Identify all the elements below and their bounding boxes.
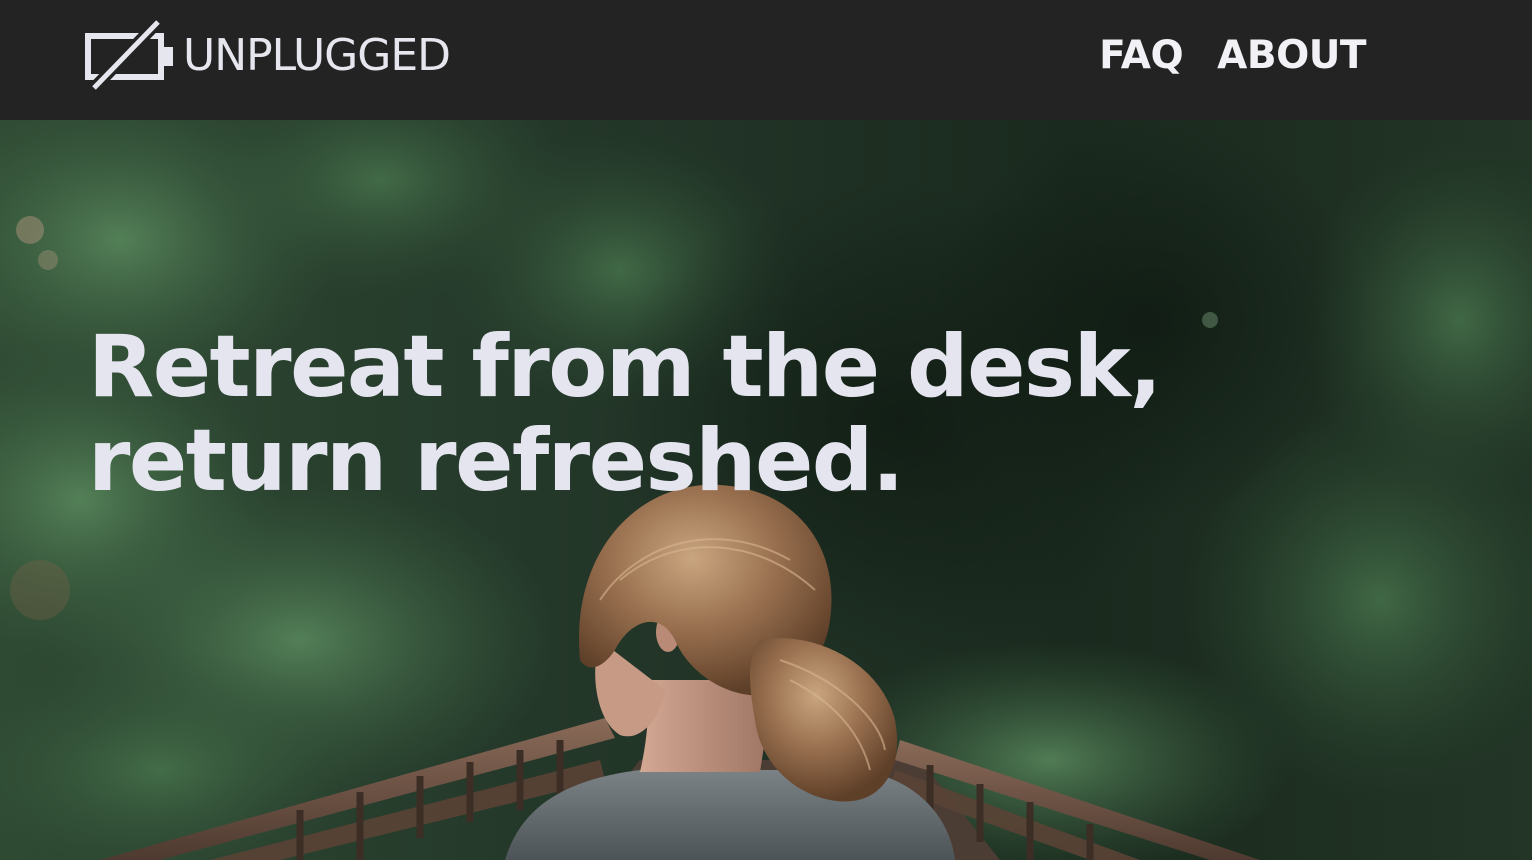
unplugged-battery-icon bbox=[85, 20, 173, 90]
hero-headline-line2: return refreshed. bbox=[88, 411, 905, 511]
top-navbar: UNPLUGGED FAQ ABOUT bbox=[0, 0, 1532, 120]
main-nav: FAQ ABOUT bbox=[1099, 30, 1366, 82]
hero-headline: Retreat from the desk, return refreshed. bbox=[88, 317, 1162, 511]
brand-name: UNPLUGGED bbox=[183, 29, 451, 81]
nav-link-about[interactable]: ABOUT bbox=[1217, 30, 1366, 82]
brand-logo-link[interactable]: UNPLUGGED bbox=[85, 20, 451, 90]
hero-headline-line1: Retreat from the desk, bbox=[88, 317, 1162, 417]
nav-link-faq[interactable]: FAQ bbox=[1099, 30, 1184, 82]
hero-section: Retreat from the desk, return refreshed. bbox=[0, 120, 1532, 860]
